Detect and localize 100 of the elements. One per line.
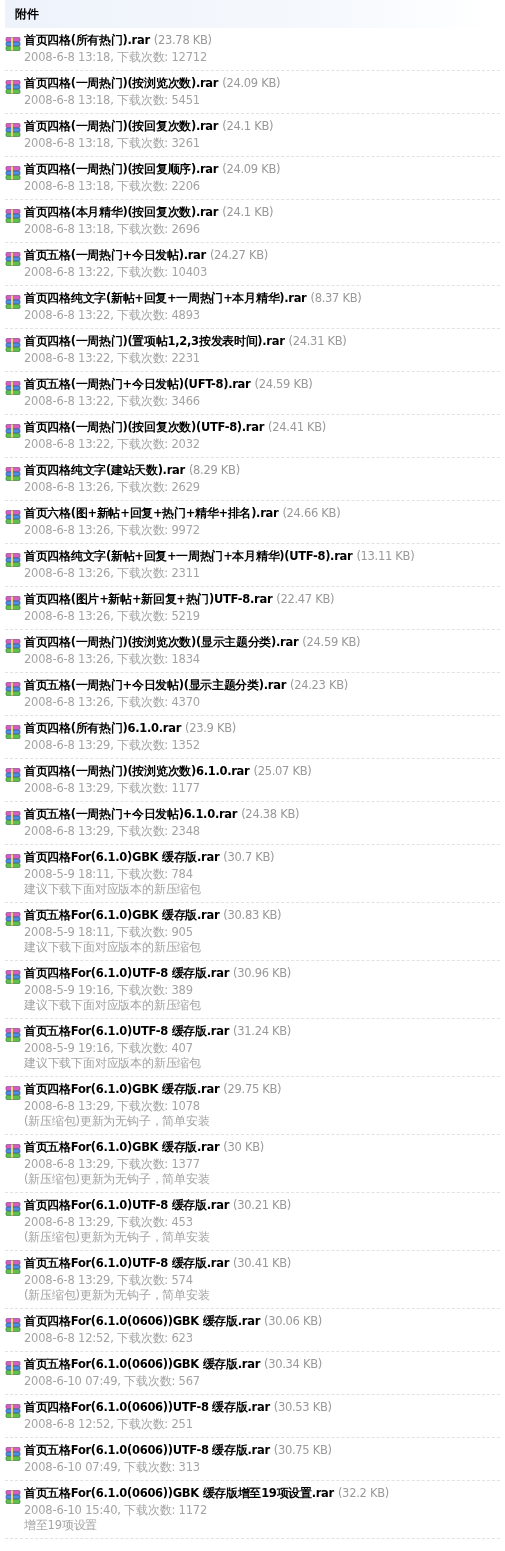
file-size: (24.41 KB) (268, 420, 327, 434)
file-link[interactable]: 首页五格For(6.1.0)GBK 缓存版.rar (24, 908, 220, 923)
stacked-books-icon (5, 1317, 21, 1333)
file-link[interactable]: 首页四格For(6.1.0)GBK 缓存版.rar (24, 1082, 220, 1097)
file-meta: 2008-6-8 13:26, 下载次数: 1834 (24, 652, 200, 667)
stacked-books-icon (5, 251, 21, 267)
file-link[interactable]: 首页四格For(6.1.0(0606))GBK 缓存版.rar (24, 1314, 261, 1329)
file-link[interactable]: 首页四格For(6.1.0)UTF-8 缓存版.rar (24, 1198, 230, 1213)
file-link[interactable]: 首页四格纯文字(建站天数).rar (24, 463, 185, 478)
file-link[interactable]: 首页五格(一周热门+今日发帖)(显示主题分类).rar (24, 678, 287, 693)
file-size: (8.37 KB) (310, 291, 362, 305)
stacked-books-icon (5, 509, 21, 525)
file-meta: 2008-6-8 13:18, 下载次数: 5451 (24, 93, 200, 108)
file-size: (24.23 KB) (290, 678, 348, 692)
file-note: 建议下载下面对应版本的新压缩包 (24, 998, 201, 1013)
file-size: (30.75 KB) (273, 1443, 332, 1457)
file-meta: 2008-6-8 13:18, 下载次数: 12712 (24, 50, 208, 65)
file-link[interactable]: 首页五格For(6.1.0)UTF-8 缓存版.rar (24, 1024, 230, 1039)
file-meta: 2008-6-8 13:26, 下载次数: 4370 (24, 695, 200, 710)
file-meta: 2008-6-8 13:18, 下载次数: 3261 (24, 136, 200, 151)
file-note: (新压缩包)更新为无钩子，简单安装 (24, 1288, 210, 1303)
file-meta: 2008-6-8 13:29, 下载次数: 2348 (24, 824, 200, 839)
file-link[interactable]: 首页五格(一周热门+今日发帖).rar (24, 248, 206, 263)
stacked-books-icon (5, 36, 21, 52)
file-link[interactable]: 首页四格(一周热门)(按浏览次数)6.1.0.rar (24, 764, 250, 779)
file-meta: 2008-6-8 13:29, 下载次数: 1377 (24, 1157, 200, 1172)
file-meta: 2008-6-8 13:26, 下载次数: 5219 (24, 609, 200, 624)
stacked-books-icon (5, 165, 21, 181)
file-size: (30.96 KB) (233, 966, 292, 980)
file-link[interactable]: 首页四格纯文字(新帖+回复+一周热门+本月精华)(UTF-8).rar (24, 549, 353, 564)
stacked-books-icon (5, 466, 21, 482)
file-size: (30.7 KB) (223, 850, 275, 864)
file-size: (29.75 KB) (223, 1082, 282, 1096)
file-size: (30.34 KB) (264, 1357, 322, 1371)
file-link[interactable]: 首页六格(图+新帖+回复+热门+精华+排名).rar (24, 506, 279, 521)
file-link[interactable]: 首页五格(一周热门+今日发帖)(UFT-8).rar (24, 377, 251, 392)
stacked-books-icon (5, 79, 21, 95)
file-size: (13.11 KB) (356, 549, 415, 563)
stacked-books-icon (5, 638, 21, 654)
stacked-books-icon (5, 1027, 21, 1043)
file-meta: 2008-6-10 07:49, 下载次数: 567 (24, 1374, 200, 1389)
file-link[interactable]: 首页五格For(6.1.0(0606))UTF-8 缓存版.rar (24, 1443, 270, 1458)
file-link[interactable]: 首页四格(本月精华)(按回复次数).rar (24, 205, 219, 220)
file-link[interactable]: 首页四格(一周热门)(按回复次数).rar (24, 119, 219, 134)
file-link[interactable]: 首页五格(一周热门+今日发帖)6.1.0.rar (24, 807, 238, 822)
stacked-books-icon (5, 208, 21, 224)
file-link[interactable]: 首页四格(一周热门)(按回复次数)(UTF-8).rar (24, 420, 265, 435)
file-meta: 2008-6-8 13:18, 下载次数: 2696 (24, 222, 200, 237)
file-size: (23.78 KB) (153, 33, 212, 47)
file-link[interactable]: 首页四格纯文字(新帖+回复+一周热门+本月精华).rar (24, 291, 307, 306)
file-link[interactable]: 首页五格For(6.1.0)UTF-8 缓存版.rar (24, 1256, 230, 1271)
file-size: (24.1 KB) (222, 205, 274, 219)
file-meta: 2008-6-8 13:29, 下载次数: 1352 (24, 738, 200, 753)
file-link[interactable]: 首页四格(一周热门)(按浏览次数)(显示主题分类).rar (24, 635, 299, 650)
file-link[interactable]: 首页四格For(6.1.0)UTF-8 缓存版.rar (24, 966, 230, 981)
file-link[interactable]: 首页四格(所有热门).rar (24, 33, 150, 48)
file-meta: 2008-6-8 13:22, 下载次数: 10403 (24, 265, 208, 280)
stacked-books-icon (5, 423, 21, 439)
file-size: (24.27 KB) (209, 248, 268, 262)
stacked-books-icon (5, 380, 21, 396)
file-size: (30.41 KB) (233, 1256, 292, 1270)
file-size: (30.53 KB) (273, 1400, 332, 1414)
file-link[interactable]: 首页五格For(6.1.0(0606))GBK 缓存版.rar (24, 1357, 261, 1372)
file-meta: 2008-6-8 13:29, 下载次数: 453 (24, 1215, 193, 1230)
file-meta: 2008-6-8 13:29, 下载次数: 1078 (24, 1099, 200, 1114)
file-link[interactable]: 首页四格(图片+新帖+新回复+热门)UTF-8.rar (24, 592, 273, 607)
file-meta: 2008-6-8 13:29, 下载次数: 574 (24, 1273, 193, 1288)
file-note: (新压缩包)更新为无钩子，简单安装 (24, 1230, 210, 1245)
stacked-books-icon (5, 853, 21, 869)
file-size: (30.83 KB) (223, 908, 282, 922)
file-meta: 2008-6-8 13:26, 下载次数: 2629 (24, 480, 200, 495)
file-link[interactable]: 首页四格For(6.1.0)GBK 缓存版.rar (24, 850, 220, 865)
file-size: (24.1 KB) (222, 119, 274, 133)
file-link[interactable]: 首页五格For(6.1.0)GBK 缓存版.rar (24, 1140, 220, 1155)
file-link[interactable]: 首页五格For(6.1.0(0606))GBK 缓存版增至19项设置.rar (24, 1486, 334, 1501)
file-link[interactable]: 首页四格(所有热门)6.1.0.rar (24, 721, 182, 736)
file-size: (22.47 KB) (276, 592, 335, 606)
file-size: (24.59 KB) (254, 377, 313, 391)
file-meta: 2008-6-8 13:26, 下载次数: 2311 (24, 566, 200, 581)
file-link[interactable]: 首页四格For(6.1.0(0606))UTF-8 缓存版.rar (24, 1400, 270, 1415)
stacked-books-icon (5, 1489, 21, 1505)
file-size: (8.29 KB) (188, 463, 240, 477)
stacked-books-icon (5, 724, 21, 740)
file-size: (25.07 KB) (253, 764, 312, 778)
stacked-books-icon (5, 294, 21, 310)
file-size: (30.21 KB) (233, 1198, 292, 1212)
file-note: 建议下载下面对应版本的新压缩包 (24, 882, 201, 897)
file-link[interactable]: 首页四格(一周热门)(按回复顺序).rar (24, 162, 219, 177)
file-note: 建议下载下面对应版本的新压缩包 (24, 1056, 201, 1071)
file-meta: 2008-5-9 18:11, 下载次数: 784 (24, 867, 193, 882)
file-link[interactable]: 首页四格(一周热门)(置项帖1,2,3按发表时间).rar (24, 334, 285, 349)
stacked-books-icon (5, 552, 21, 568)
stacked-books-icon (5, 911, 21, 927)
file-link[interactable]: 首页四格(一周热门)(按浏览次数).rar (24, 76, 219, 91)
file-size: (30.06 KB) (264, 1314, 322, 1328)
stacked-books-icon (5, 1446, 21, 1462)
stacked-books-icon (5, 1259, 21, 1275)
file-size: (23.9 KB) (185, 721, 236, 735)
file-size: (30 KB) (223, 1140, 264, 1154)
file-note: 增至19项设置 (24, 1518, 98, 1533)
